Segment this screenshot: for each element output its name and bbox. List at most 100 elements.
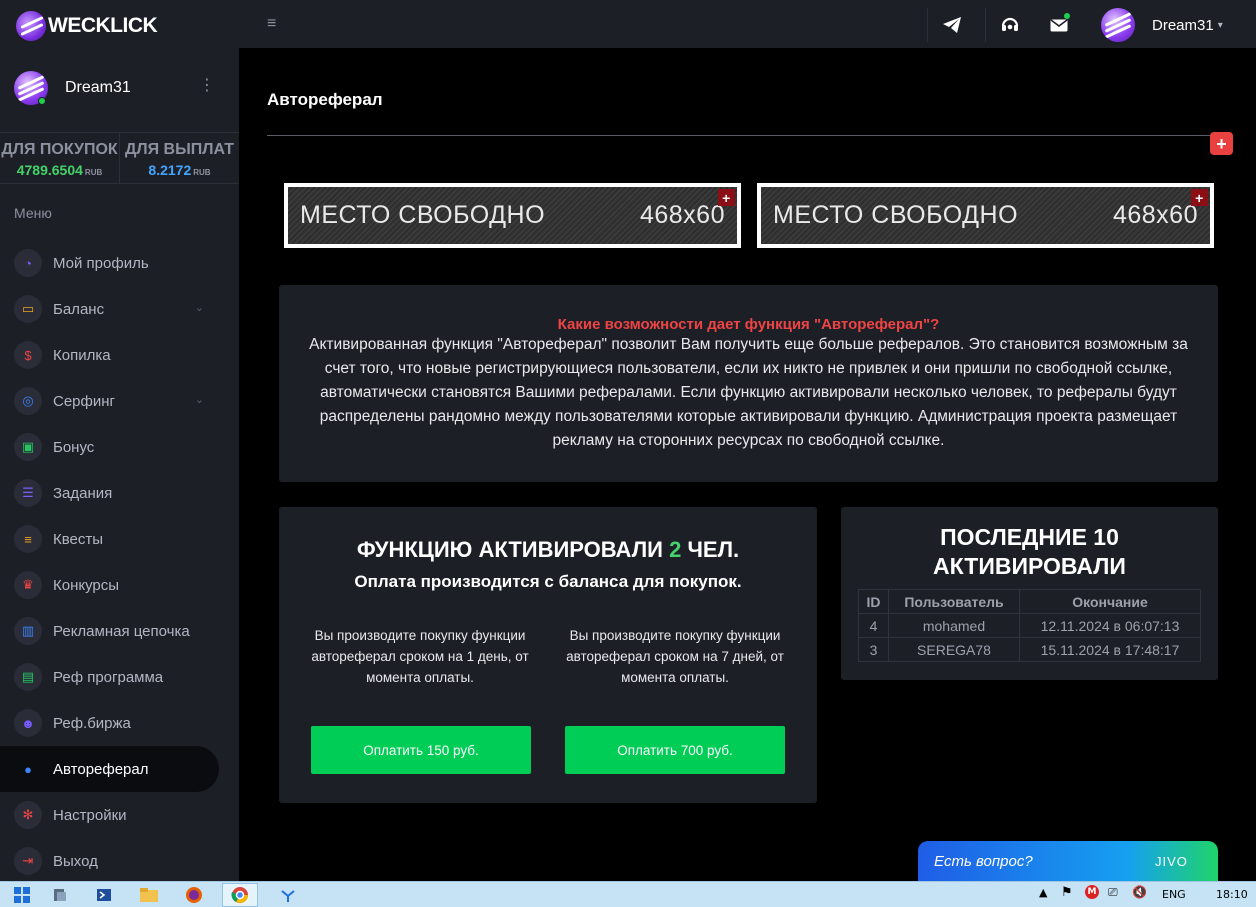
file-explorer-icon[interactable] [131, 883, 167, 907]
activation-title-suffix: ЧЕЛ. [687, 537, 740, 562]
table-cell: 3 [858, 637, 889, 662]
telegram-button[interactable] [927, 8, 975, 42]
caret-down-icon: ▾ [1217, 19, 1223, 31]
column-header: Пользователь [888, 589, 1020, 614]
banner-slot[interactable]: МЕСТО СВОБОДНО 468x60 + [757, 183, 1214, 248]
chat-label: Есть вопрос? [934, 852, 1033, 870]
dollar-icon: $ [14, 341, 42, 369]
start-button[interactable] [4, 883, 40, 907]
topbar: ≡ Dream31 ▾ [239, 0, 1256, 48]
divider [267, 135, 1212, 136]
column-header: ID [858, 589, 889, 614]
table-cell: 15.11.2024 в 17:48:17 [1019, 637, 1201, 662]
hamburger-menu-icon[interactable]: ≡ [267, 15, 276, 33]
taskbar: ▲ ⚑ M ⎚ 🔇 ENG 18:10 [0, 881, 1256, 907]
more-vertical-icon[interactable]: ⋮ [199, 78, 215, 94]
tray-arrow-icon[interactable]: ▲ [1039, 886, 1047, 899]
chevron-down-icon: ⌄ [194, 394, 204, 406]
banner-text: МЕСТО СВОБОДНО [773, 201, 1019, 229]
last-activated-title: ПОСЛЕДНИЕ 10 АКТИВИРОВАЛИ [841, 523, 1218, 581]
pay-150-button[interactable]: Оплатить 150 руб. [311, 726, 531, 774]
user-icon: ● [14, 755, 42, 783]
network-icon[interactable]: ⎚ [1108, 885, 1118, 900]
sidebar-item-settings[interactable]: ✻ Настройки [0, 792, 239, 838]
user-menu[interactable]: Dream31 ▾ [1101, 8, 1223, 42]
messages-button[interactable] [1035, 8, 1083, 42]
sidebar-item-label: Квесты [53, 530, 104, 548]
online-status-dot [38, 97, 46, 105]
table-header-row: ID Пользователь Окончание [858, 589, 1201, 614]
sidebar-item-contests[interactable]: ♛ Конкурсы [0, 562, 239, 608]
antivirus-icon[interactable]: M [1085, 885, 1099, 899]
info-panel: Какие возможности дает функция "Авторефе… [279, 285, 1218, 482]
sidebar-user: Dream31 ⋮ [14, 70, 229, 106]
activation-subtitle: Оплата производится с баланса для покупо… [354, 572, 742, 591]
sidebar-item-label: Реф.биржа [53, 714, 131, 732]
activation-count: 2 [669, 537, 682, 562]
option-description: Вы производите покупку функции авторефер… [311, 628, 529, 685]
sidebar-item-label: Рекламная цепочка [53, 622, 190, 640]
balance-value: 4789.6504 [16, 162, 83, 178]
sidebar-item-ad-chain[interactable]: ▥ Рекламная цепочка [0, 608, 239, 654]
sidebar-item-quests[interactable]: ≡ Квесты [0, 516, 239, 562]
sidebar-item-balance[interactable]: ▭ Баланс ⌄ [0, 286, 239, 332]
balance-title: ДЛЯ ВЫПЛАТ [124, 141, 235, 158]
id-card-icon: ▤ [14, 663, 42, 691]
brand-logo[interactable]: WECKLICK [16, 11, 158, 41]
sidebar-item-autoreferral[interactable]: ● Автореферал [0, 746, 219, 792]
support-button[interactable] [985, 8, 1033, 42]
list-icon: ≡ [14, 525, 42, 553]
sidebar-item-label: Реф программа [53, 668, 164, 686]
table-cell: 12.11.2024 в 06:07:13 [1019, 613, 1201, 638]
sidebar-item-label: Мой профиль [53, 254, 149, 272]
sidebar-item-piggybank[interactable]: $ Копилка [0, 332, 239, 378]
pay-700-button[interactable]: Оплатить 700 руб. [565, 726, 785, 774]
sidebar-item-ref-exchange[interactable]: ☻ Реф.биржа [0, 700, 239, 746]
banner-text: МЕСТО СВОБОДНО [300, 201, 546, 229]
powershell-icon[interactable] [86, 883, 122, 907]
firefox-icon[interactable] [176, 883, 212, 907]
speaker-muted-icon[interactable]: 🔇 [1132, 885, 1147, 899]
brand-name: WECKLICK [48, 14, 158, 37]
sidebar-item-tasks[interactable]: ☰ Задания [0, 470, 239, 516]
last-title-line: АКТИВИРОВАЛИ [933, 553, 1126, 579]
checklist-icon: ☰ [14, 479, 42, 507]
headset-icon [1001, 17, 1018, 31]
activation-panel: ФУНКЦИЮ АКТИВИРОВАЛИ 2 ЧЕЛ. Оплата произ… [279, 507, 817, 803]
chrome-icon[interactable] [222, 883, 258, 907]
sidebar-item-ref-program[interactable]: ▤ Реф программа [0, 654, 239, 700]
sidebar: WECKLICK Dream31 ⋮ ДЛЯ ПОКУПОК 4789.6504… [0, 0, 239, 881]
sidebar-item-label: Задания [53, 484, 113, 502]
banner-slot[interactable]: МЕСТО СВОБОДНО 468x60 + [284, 183, 741, 248]
add-banner-button[interactable]: + [1210, 132, 1233, 155]
sidebar-item-profile[interactable]: ◔ Мой профиль [0, 240, 239, 286]
windows-icon [14, 887, 30, 903]
sidebar-item-label: Бонус [53, 438, 95, 456]
flag-icon[interactable]: ⚑ [1061, 885, 1073, 900]
table-cell: mohamed [888, 613, 1020, 638]
last-activated-table: ID Пользователь Окончание 4 mohamed 12.1… [858, 589, 1201, 662]
balance-currency: RUB [84, 168, 103, 177]
banner-size: 468x60 [1112, 201, 1198, 229]
fingerprint-icon: ◎ [14, 387, 42, 415]
sidebar-item-logout[interactable]: ⇥ Выход [0, 838, 239, 884]
paper-plane-icon [942, 17, 961, 33]
chat-widget[interactable]: Есть вопрос? JIVO [918, 841, 1218, 881]
trophy-icon: ♛ [14, 571, 42, 599]
chevron-down-icon: ⌄ [194, 302, 204, 314]
server-manager-icon[interactable] [42, 883, 78, 907]
chat-brand: JIVO [1155, 854, 1188, 869]
sidebar-item-surfing[interactable]: ◎ Серфинг ⌄ [0, 378, 239, 424]
plus-icon[interactable]: + [718, 189, 735, 206]
sidebar-item-bonus[interactable]: ▣ Бонус [0, 424, 239, 470]
language-indicator[interactable]: ENG [1162, 888, 1186, 901]
page-title: Автореферал [267, 90, 383, 109]
balance-value: 8.2172 [148, 162, 192, 178]
users-icon: ☻ [14, 709, 42, 737]
last-title-line: ПОСЛЕДНИЕ 10 [940, 524, 1119, 550]
app-icon[interactable] [270, 883, 306, 907]
sidebar-item-label: Выход [53, 852, 98, 870]
clock[interactable]: 18:10 [1216, 888, 1248, 901]
sidebar-item-label: Настройки [53, 806, 127, 824]
plus-icon[interactable]: + [1191, 189, 1208, 206]
